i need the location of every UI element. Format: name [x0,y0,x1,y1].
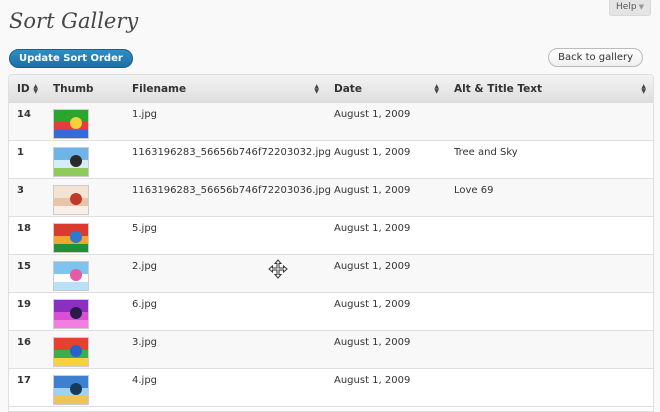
cell-filename: 4.jpg [124,368,326,407]
cell-thumb [45,102,124,141]
cell-filename: 5.jpg [124,216,326,255]
cell-id: 19 [9,292,45,331]
sort-table-container: ID ▲ ▼ Thumb Filename ▲ ▼ Date ▲ ▼ Alt & Title… [8,74,654,412]
col-header-date[interactable]: Date ▲ ▼ [326,75,446,103]
table-row[interactable]: 15 2.jpg August 1, 2009 [9,254,653,293]
cell-thumb [45,178,124,217]
cell-filename: 6.jpg [124,292,326,331]
thumbnail-image[interactable] [53,109,89,139]
cell-thumb [45,330,124,369]
back-to-gallery-button[interactable]: Back to gallery [548,48,643,67]
cell-filename: 1163196283_56656b746f72203032.jpg [124,140,331,179]
cell-alt-text [446,102,653,141]
cell-alt-text [446,254,653,293]
page-title: Sort Gallery [9,9,139,33]
thumbnail-image[interactable] [53,147,89,177]
thumbnail-image[interactable] [53,223,89,253]
thumbnail-image[interactable] [53,261,89,291]
cell-filename: 2.jpg [124,254,326,293]
cell-date: August 1, 2009 [326,330,446,369]
cell-id: 15 [9,254,45,293]
cell-id: 3 [9,178,45,217]
table-row[interactable]: 3 1163196283_56656b746f72203036.jpg August… [9,178,653,217]
cell-id: 16 [9,330,45,369]
cell-date: August 1, 2009 [326,254,446,293]
col-header-thumb: Thumb [45,75,124,103]
caret-down-icon: ▼ [638,3,644,11]
help-label: Help [616,2,637,12]
cell-alt-text: Tree and Sky [446,140,653,179]
cell-id: 1 [9,140,45,179]
thumbnail-image[interactable] [53,337,89,367]
cell-alt-text: Love 69 [446,178,653,217]
col-header-filename[interactable]: Filename ▲ ▼ [124,75,326,103]
thumbnail-image[interactable] [53,299,89,329]
table-row[interactable]: 16 3.jpg August 1, 2009 [9,330,653,369]
cell-date: August 1, 2009 [326,368,446,407]
cell-date: August 1, 2009 [326,292,446,331]
cell-date: August 1, 2009 [326,140,446,179]
cell-thumb [45,140,124,179]
table-row[interactable]: 1 1163196283_56656b746f72203032.jpg August… [9,140,653,179]
sort-arrows-icon: ▲ ▼ [434,83,439,95]
cell-id: 18 [9,216,45,255]
cell-thumb [45,216,124,255]
cell-date: August 1, 2009 [326,102,446,141]
help-tab[interactable]: Help ▼ [609,0,651,16]
cell-filename: 3.jpg [124,330,326,369]
cell-date: August 1, 2009 [326,178,446,217]
cell-thumb [45,254,124,293]
cell-thumb [45,368,124,407]
cell-alt-text [446,330,653,369]
cell-id: 17 [9,368,45,407]
sort-table: ID ▲ ▼ Thumb Filename ▲ ▼ Date ▲ ▼ Alt & Title… [9,75,653,407]
move-cursor-icon [268,259,288,279]
sort-arrows-icon: ▲ ▼ [33,83,38,95]
sort-arrows-icon: ▲ ▼ [314,83,319,95]
col-header-alt[interactable]: Alt & Title Text ▲ ▼ [446,75,653,103]
thumbnail-image[interactable] [53,375,89,405]
table-row[interactable]: 17 4.jpg August 1, 2009 [9,368,653,407]
thumbnail-image[interactable] [53,185,89,215]
cell-alt-text [446,216,653,255]
cell-filename: 1.jpg [124,102,326,141]
col-header-id[interactable]: ID ▲ ▼ [9,75,45,103]
cell-date: August 1, 2009 [326,216,446,255]
table-row[interactable]: 18 5.jpg August 1, 2009 [9,216,653,255]
cell-thumb [45,292,124,331]
table-row[interactable]: 19 6.jpg August 1, 2009 [9,292,653,331]
table-row[interactable]: 14 1.jpg August 1, 2009 [9,102,653,141]
cell-filename: 1163196283_56656b746f72203036.jpg [124,178,331,217]
cell-alt-text [446,368,653,407]
table-header-row: ID ▲ ▼ Thumb Filename ▲ ▼ Date ▲ ▼ Alt & Title… [9,75,653,103]
cell-alt-text [446,292,653,331]
sort-arrows-icon: ▲ ▼ [641,83,646,95]
update-sort-order-button[interactable]: Update Sort Order [9,49,133,68]
cell-id: 14 [9,102,45,141]
